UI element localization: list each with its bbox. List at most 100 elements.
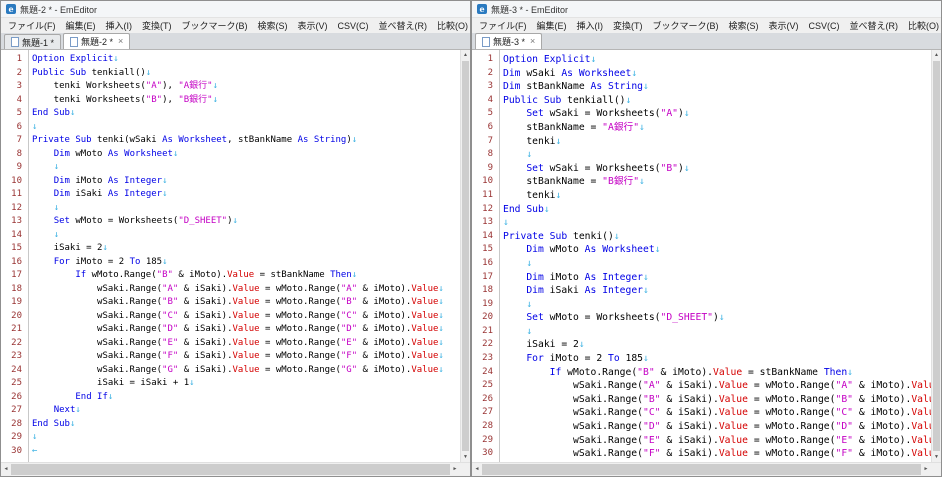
tab-close-icon[interactable]: × bbox=[118, 37, 123, 46]
menu-item[interactable]: CSV(C) bbox=[804, 21, 845, 31]
code-text: ↓ bbox=[28, 431, 37, 445]
horizontal-scrollbar[interactable]: ◄ ► bbox=[1, 462, 470, 476]
text-editor[interactable]: 1Option Explicit↓2Public Sub tenkiall()↓… bbox=[1, 50, 460, 462]
code-line: 8 ↓ bbox=[472, 148, 931, 162]
code-token: As bbox=[591, 81, 603, 92]
code-token: "D_SHEET" bbox=[661, 312, 714, 323]
code-token: iSaki bbox=[70, 189, 108, 199]
code-token: 185 bbox=[620, 353, 643, 364]
code-line: 26 End If↓ bbox=[1, 391, 460, 405]
menu-item[interactable]: ブックマーク(B) bbox=[177, 19, 253, 32]
document-tab[interactable]: 無題-1 * bbox=[4, 34, 61, 49]
code-token: To bbox=[608, 353, 620, 364]
newline-mark: ↓ bbox=[352, 135, 357, 145]
newline-mark: ↓ bbox=[639, 122, 645, 133]
code-token: As bbox=[108, 189, 119, 199]
line-number: 21 bbox=[1, 323, 28, 337]
scroll-right-icon[interactable]: ► bbox=[450, 463, 460, 476]
code-line: 1Option Explicit↓ bbox=[1, 53, 460, 67]
line-number: 17 bbox=[1, 269, 28, 283]
line-number: 9 bbox=[472, 162, 499, 176]
menu-item[interactable]: ファイル(F) bbox=[474, 19, 532, 32]
code-token: As bbox=[298, 135, 309, 145]
menu-item[interactable]: 検索(S) bbox=[724, 19, 764, 32]
code-text: iSaki = 2↓ bbox=[28, 242, 108, 256]
code-token: & iMoto). bbox=[357, 365, 411, 375]
menu-item[interactable]: 編集(E) bbox=[532, 19, 572, 32]
code-token: Value bbox=[911, 394, 931, 405]
menu-item[interactable]: ブックマーク(B) bbox=[648, 19, 724, 32]
code-text: End Sub↓ bbox=[28, 418, 75, 432]
scroll-down-icon[interactable]: ▼ bbox=[932, 452, 941, 462]
code-text: wSaki.Range("B" & iSaki).Value = wMoto.R… bbox=[28, 296, 444, 310]
vertical-scroll-thumb[interactable] bbox=[462, 61, 469, 451]
menu-item[interactable]: 比較(O) bbox=[432, 19, 470, 32]
code-text: ← bbox=[28, 445, 37, 459]
newline-mark: ↓ bbox=[213, 81, 218, 91]
scroll-left-icon[interactable]: ◄ bbox=[472, 463, 482, 476]
menu-item[interactable]: 表示(V) bbox=[764, 19, 804, 32]
menu-item[interactable]: 検索(S) bbox=[253, 19, 293, 32]
menu-item[interactable]: 挿入(I) bbox=[101, 19, 138, 32]
code-line: 28End Sub↓ bbox=[1, 418, 460, 432]
code-token bbox=[32, 162, 54, 172]
code-token: = stBankName bbox=[742, 367, 824, 378]
code-token: Dim bbox=[54, 189, 70, 199]
menu-item[interactable]: 比較(O) bbox=[903, 19, 941, 32]
code-token: "F" bbox=[835, 448, 853, 459]
code-token: Next bbox=[54, 405, 76, 415]
horizontal-scroll-thumb[interactable] bbox=[482, 464, 921, 475]
menu-item[interactable]: 並べ替え(R) bbox=[845, 19, 904, 32]
code-text: wSaki.Range("C" & iSaki).Value = wMoto.R… bbox=[499, 406, 931, 420]
code-token: tenki Worksheets( bbox=[32, 81, 146, 91]
vertical-scrollbar[interactable]: ▲ ▼ bbox=[931, 50, 941, 462]
line-number: 11 bbox=[472, 189, 499, 203]
code-line: 24 If wMoto.Range("B" & iMoto).Value = s… bbox=[472, 366, 931, 380]
code-token: = wMoto.Range( bbox=[260, 324, 341, 334]
newline-mark: ↓ bbox=[162, 257, 167, 267]
line-number: 23 bbox=[472, 352, 499, 366]
tab-close-icon[interactable]: × bbox=[530, 37, 535, 46]
code-token: wSaki.Range( bbox=[32, 311, 162, 321]
menu-bar: ファイル(F)編集(E)挿入(I)変換(T)ブックマーク(B)検索(S)表示(V… bbox=[472, 18, 941, 33]
line-number: 22 bbox=[1, 337, 28, 351]
scroll-up-icon[interactable]: ▲ bbox=[461, 50, 470, 60]
menu-item[interactable]: 並べ替え(R) bbox=[374, 19, 433, 32]
vertical-scroll-thumb[interactable] bbox=[933, 61, 940, 451]
tab-label: 無題-1 * bbox=[22, 36, 54, 49]
code-line: 21 wSaki.Range("D" & iSaki).Value = wMot… bbox=[1, 323, 460, 337]
menu-item[interactable]: CSV(C) bbox=[333, 21, 374, 31]
document-tab[interactable]: 無題-2 *× bbox=[63, 33, 130, 49]
code-token: & iSaki). bbox=[178, 297, 232, 307]
code-token: "A" bbox=[661, 108, 679, 119]
code-token: Integer bbox=[602, 272, 643, 283]
code-token: & iMoto). bbox=[853, 407, 911, 418]
emeditor-window-left: e 無題-2 * - EmEditor ファイル(F)編集(E)挿入(I)変換(… bbox=[0, 0, 471, 477]
menu-item[interactable]: 挿入(I) bbox=[572, 19, 609, 32]
scroll-right-icon[interactable]: ► bbox=[921, 463, 931, 476]
code-token: Value bbox=[233, 311, 260, 321]
scroll-down-icon[interactable]: ▼ bbox=[461, 452, 470, 462]
menu-item[interactable]: 編集(E) bbox=[61, 19, 101, 32]
menu-item[interactable]: 変換(T) bbox=[137, 19, 177, 32]
menu-item[interactable]: ファイル(F) bbox=[3, 19, 61, 32]
code-token: wSaki bbox=[521, 68, 562, 79]
line-number: 30 bbox=[1, 445, 28, 459]
line-number: 3 bbox=[1, 80, 28, 94]
code-line: 15 Dim wMoto As Worksheet↓ bbox=[472, 243, 931, 257]
code-token bbox=[503, 108, 526, 119]
code-token: "E" bbox=[835, 435, 853, 446]
vertical-scrollbar[interactable]: ▲ ▼ bbox=[460, 50, 470, 462]
horizontal-scroll-thumb[interactable] bbox=[11, 464, 450, 475]
code-token: Public Sub bbox=[32, 68, 86, 78]
newline-mark: ↓ bbox=[719, 312, 725, 323]
menu-item[interactable]: 変換(T) bbox=[608, 19, 648, 32]
code-token: "A銀行" bbox=[602, 122, 639, 133]
text-editor[interactable]: 1Option Explicit↓2Dim wSaki As Worksheet… bbox=[472, 50, 931, 462]
document-tab[interactable]: 無題-3 *× bbox=[475, 33, 542, 49]
code-token: = wMoto.Range( bbox=[260, 365, 341, 375]
scroll-left-icon[interactable]: ◄ bbox=[1, 463, 11, 476]
scroll-up-icon[interactable]: ▲ bbox=[932, 50, 941, 60]
menu-item[interactable]: 表示(V) bbox=[293, 19, 333, 32]
horizontal-scrollbar[interactable]: ◄ ► bbox=[472, 462, 941, 476]
